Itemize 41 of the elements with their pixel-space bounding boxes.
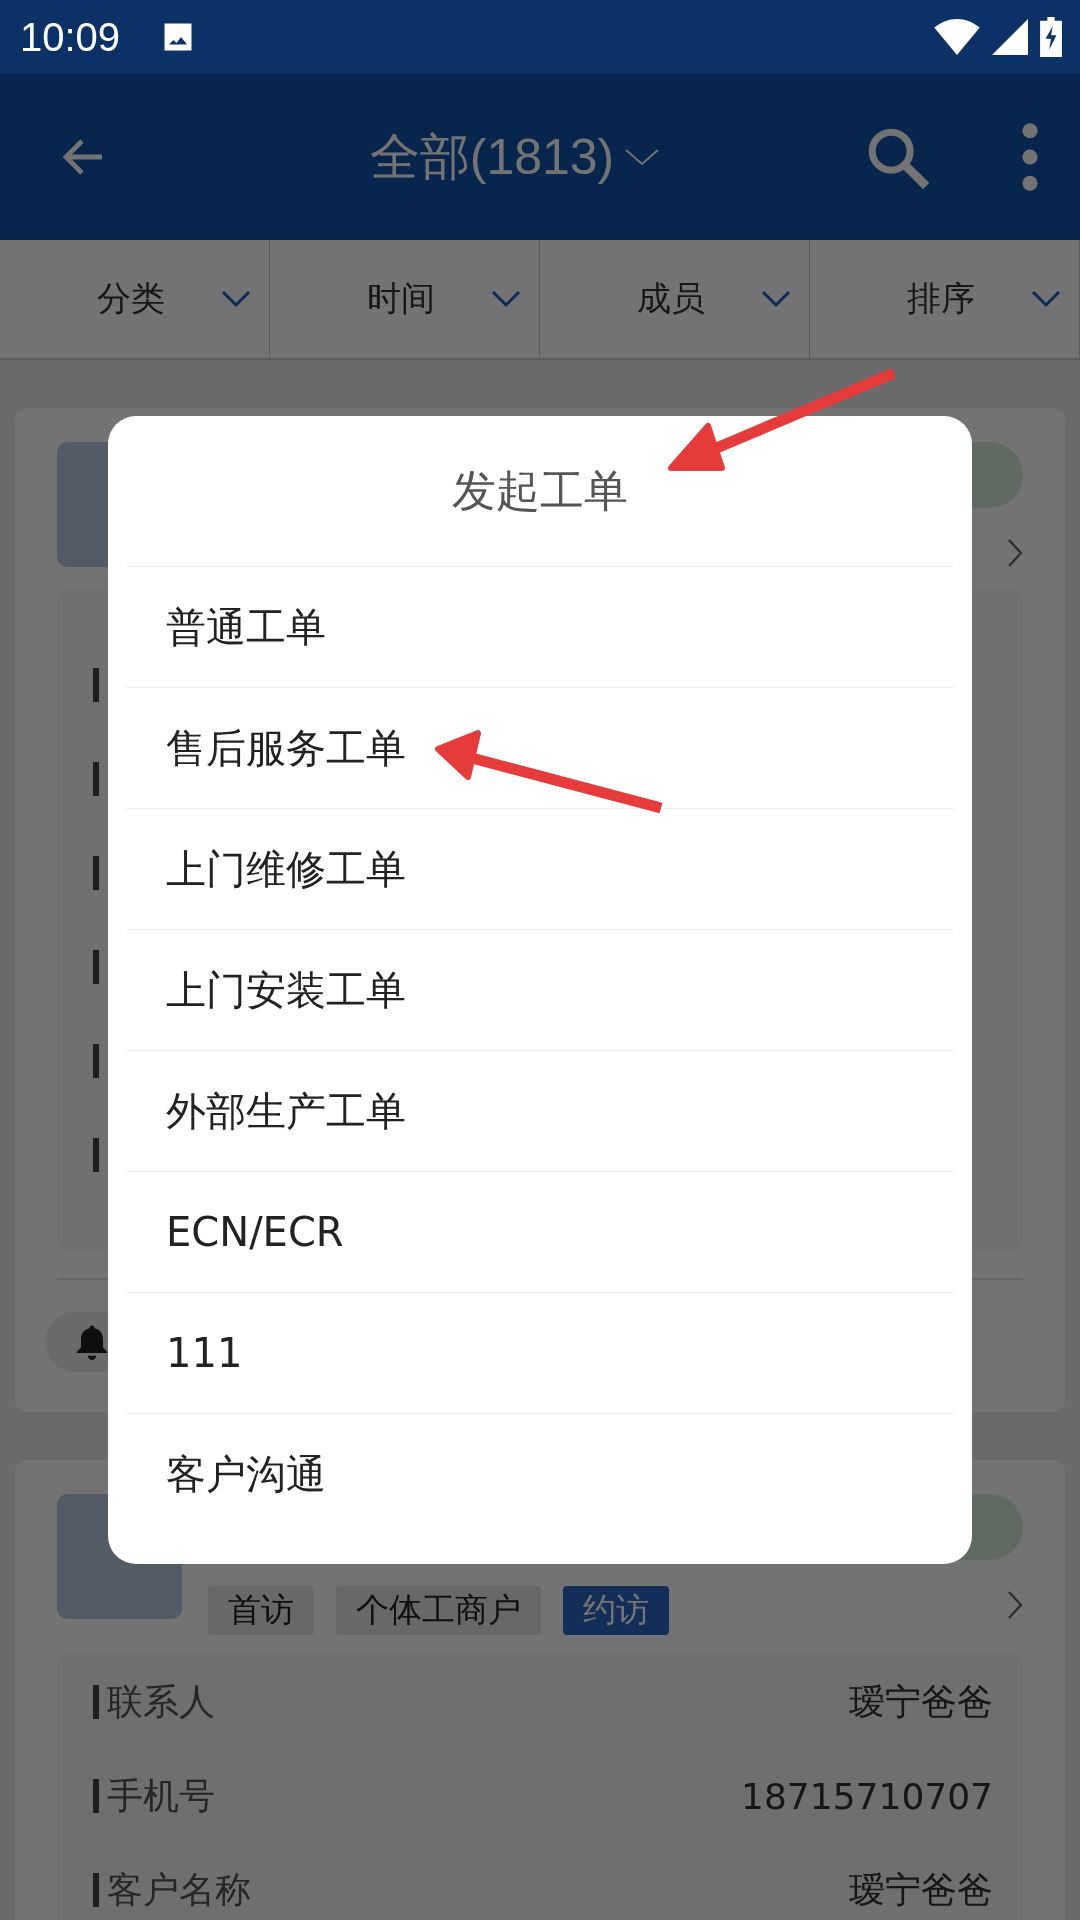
chevron-down-icon bbox=[761, 290, 791, 308]
dialog-option[interactable]: ECN/ECR bbox=[126, 1172, 954, 1293]
chevron-right-icon[interactable] bbox=[1007, 1590, 1023, 1620]
label-bar-icon bbox=[93, 1873, 99, 1907]
battery-icon bbox=[1040, 17, 1062, 57]
tag: 约访 bbox=[563, 1586, 669, 1635]
field-value: 18715710707 bbox=[741, 1775, 993, 1817]
dialog-option[interactable]: 普通工单 bbox=[126, 567, 954, 688]
label-bar-icon bbox=[93, 668, 99, 702]
filter-tab[interactable]: 成员 bbox=[540, 240, 810, 358]
signal-icon bbox=[992, 19, 1028, 55]
field-label: 客户名称 bbox=[107, 1867, 252, 1912]
tag: 个体工商户 bbox=[336, 1586, 541, 1635]
label-bar-icon bbox=[93, 856, 99, 890]
filter-tab[interactable]: 时间 bbox=[270, 240, 540, 358]
wifi-icon bbox=[934, 19, 980, 55]
field-label: 手机号 bbox=[107, 1773, 216, 1818]
tag: 首访 bbox=[208, 1586, 314, 1635]
status-time: 10:09 bbox=[20, 14, 121, 60]
chevron-right-icon[interactable] bbox=[1007, 538, 1023, 568]
dialog-option[interactable]: 上门安装工单 bbox=[126, 930, 954, 1051]
filter-tab[interactable]: 分类 bbox=[0, 240, 270, 358]
field-value: 瑷宁爸爸 bbox=[849, 1679, 993, 1724]
dialog-option[interactable]: 上门维修工单 bbox=[126, 809, 954, 930]
chevron-down-icon bbox=[1031, 290, 1061, 308]
label-bar-icon bbox=[93, 1044, 99, 1078]
field-value: 瑷宁爸爸 bbox=[849, 1867, 993, 1912]
dialog-option[interactable]: 111 bbox=[126, 1293, 954, 1414]
filter-tab[interactable]: 排序 bbox=[810, 240, 1080, 358]
chevron-down-icon[interactable] bbox=[624, 147, 661, 167]
dialog-option[interactable]: 外部生产工单 bbox=[126, 1051, 954, 1172]
label-bar-icon bbox=[93, 950, 99, 984]
more-options-icon[interactable] bbox=[1020, 122, 1040, 192]
bell-icon bbox=[75, 1324, 109, 1360]
label-bar-icon bbox=[93, 1138, 99, 1172]
chevron-down-icon bbox=[221, 290, 251, 308]
label-bar-icon bbox=[93, 762, 99, 796]
chevron-down-icon bbox=[491, 290, 521, 308]
label-bar-icon bbox=[93, 1779, 99, 1813]
label-bar-icon bbox=[93, 1685, 99, 1719]
field-label: 联系人 bbox=[107, 1679, 216, 1724]
